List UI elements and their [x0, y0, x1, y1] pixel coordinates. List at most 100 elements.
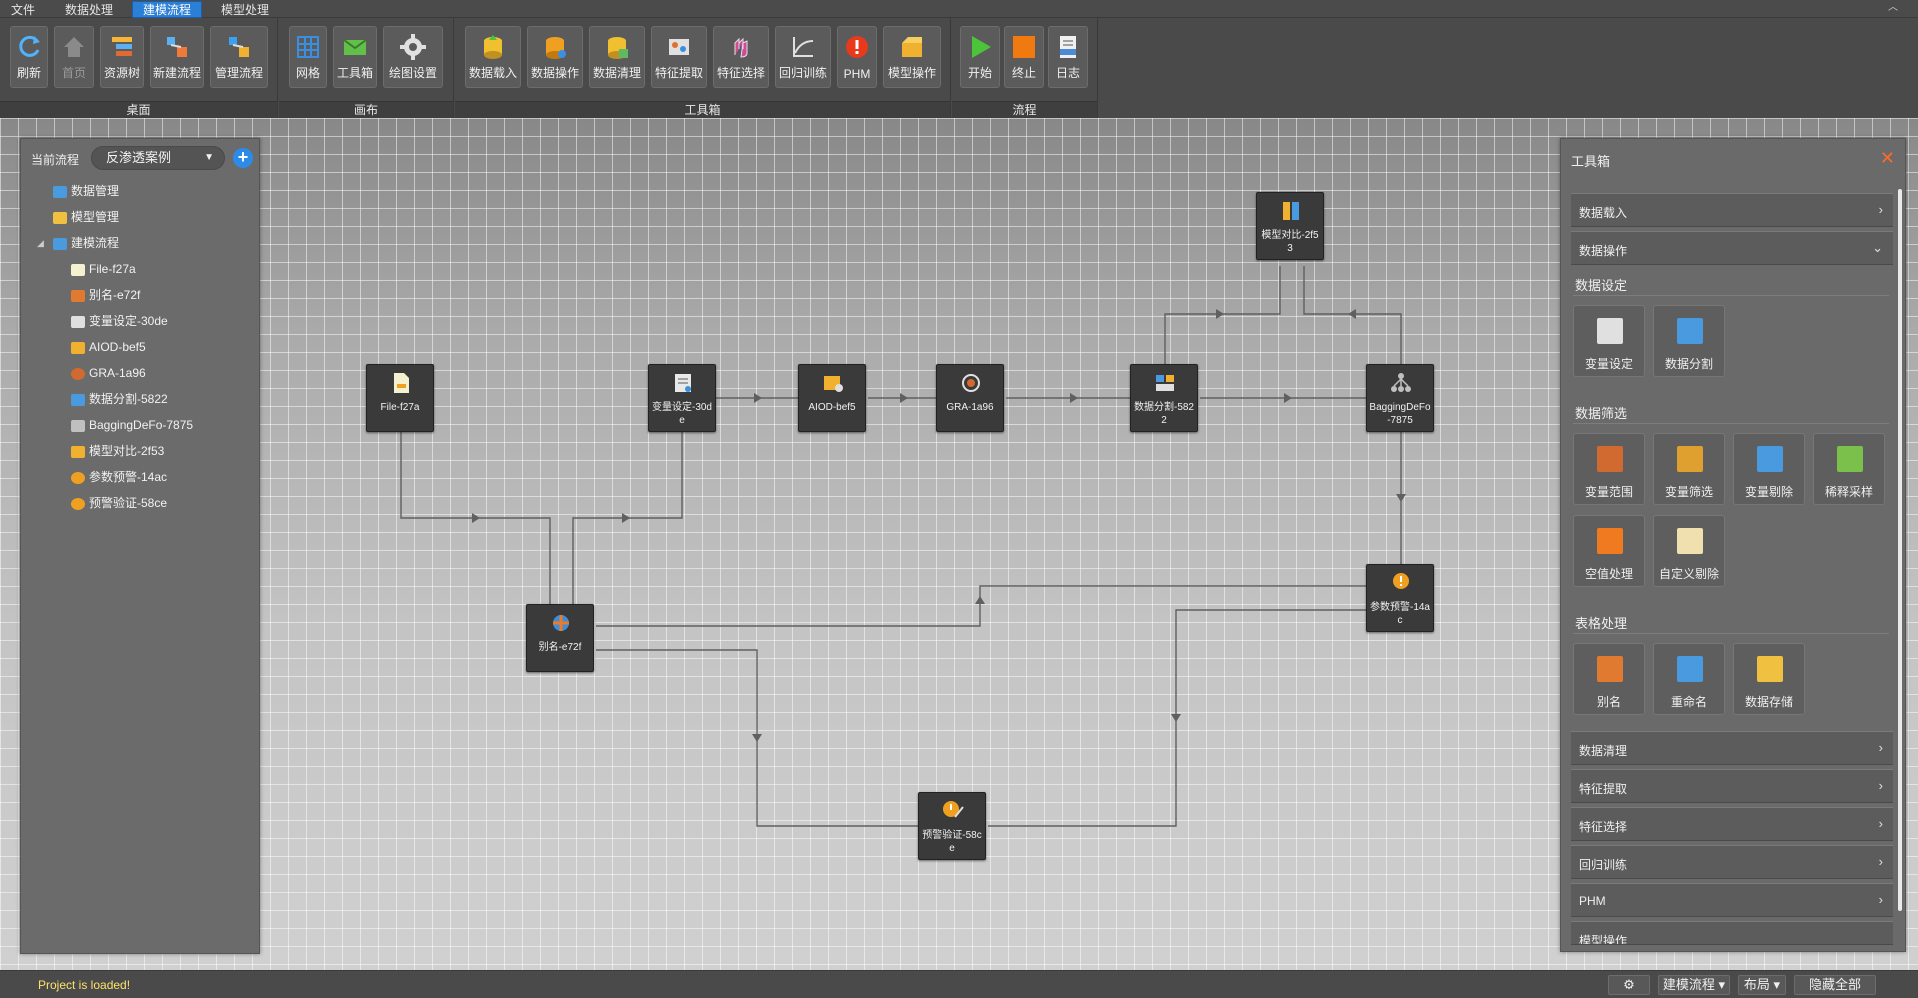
node-model-compare[interactable]: 模型对比-2f53: [1256, 192, 1324, 260]
arrow-marker: [900, 393, 908, 403]
accordion-label: 数据清理: [1579, 744, 1628, 758]
chevron-right-icon: ›: [1878, 778, 1883, 793]
tool-custom-remove[interactable]: 自定义剔除: [1653, 515, 1725, 587]
node-gra[interactable]: GRA-1a96: [936, 364, 1004, 432]
regression-button[interactable]: 回归训练: [775, 26, 831, 88]
tree-item[interactable]: 建模流程: [53, 233, 119, 253]
tree-item[interactable]: File-f27a: [71, 259, 136, 279]
feature-select-label: 特征选择: [716, 66, 765, 80]
tree-item[interactable]: 预警验证-58ce: [71, 493, 167, 513]
tool-variable-remove[interactable]: 变量剔除: [1733, 433, 1805, 505]
node-label: File-f27a: [380, 402, 420, 413]
home-icon: [64, 37, 84, 57]
tree-item[interactable]: 模型管理: [53, 207, 119, 227]
stop-button[interactable]: 终止: [1004, 26, 1044, 88]
node-variable-setting[interactable]: 变量设定-30de: [648, 364, 716, 432]
tree-item[interactable]: BaggingDeFo-7875: [71, 415, 193, 435]
accordion-feature-extract[interactable]: 特征提取 ›: [1571, 769, 1893, 803]
tool-null-process[interactable]: 空值处理: [1573, 515, 1645, 587]
tool-variable-setting[interactable]: 变量设定: [1573, 305, 1645, 377]
resource-tree-button[interactable]: 资源树: [100, 26, 144, 88]
ribbon-group-label: 工具箱: [455, 101, 950, 118]
tool-variable-filter[interactable]: 变量筛选: [1653, 433, 1725, 505]
data-clean-button[interactable]: 数据清理: [589, 26, 645, 88]
tree-item-label: BaggingDeFo-7875: [89, 418, 194, 432]
tool-alias[interactable]: 别名: [1573, 643, 1645, 715]
tree-item[interactable]: 变量设定-30de: [71, 311, 168, 331]
grid-button[interactable]: 网格: [289, 26, 327, 88]
feature-select-icon: [734, 37, 748, 58]
tree-item[interactable]: 数据管理: [53, 181, 119, 201]
tree-item-label: 变量设定-30de: [89, 314, 168, 328]
stop-icon: [1013, 36, 1035, 58]
node-data-split[interactable]: 数据分割-5822: [1130, 364, 1198, 432]
new-flow-button[interactable]: 新建流程: [150, 26, 204, 88]
menu-tab-file[interactable]: 文件: [0, 1, 46, 18]
data-op-button[interactable]: 数据操作: [527, 26, 583, 88]
menu-tab-modeling-flow[interactable]: 建模流程: [132, 1, 203, 18]
node-file[interactable]: File-f27a: [366, 364, 434, 432]
menu-tab-model-process[interactable]: 模型处理: [210, 1, 280, 18]
tree-item[interactable]: AIOD-bef5: [71, 337, 146, 357]
home-button[interactable]: 首页: [54, 26, 94, 88]
tool-rename[interactable]: 重命名: [1653, 643, 1725, 715]
tree-item-label: 数据管理: [71, 184, 120, 198]
accordion-data-operation[interactable]: 数据操作 ⌄: [1571, 231, 1893, 265]
close-icon[interactable]: ✕: [1880, 148, 1895, 169]
tree-item-label: 预警验证-58ce: [89, 496, 168, 510]
accordion-regression[interactable]: 回归训练 ›: [1571, 845, 1893, 879]
arrow-marker: [1284, 393, 1292, 403]
node-alias[interactable]: 别名-e72f: [526, 604, 594, 672]
tool-label: 空值处理: [1584, 567, 1633, 581]
node-bagging[interactable]: BaggingDeFo-7875: [1366, 364, 1434, 432]
chevron-down-icon: ⌄: [1872, 240, 1883, 255]
node-parameter-warning[interactable]: 参数预警-14ac: [1366, 564, 1434, 632]
data-load-button[interactable]: 数据载入: [465, 26, 521, 88]
menu-tab-data-process[interactable]: 数据处理: [54, 1, 124, 18]
accordion-label: PHM: [1579, 894, 1606, 908]
tool-data-split[interactable]: 数据分割: [1653, 305, 1725, 377]
hide-all-button[interactable]: 隐藏全部: [1794, 975, 1876, 995]
settings-button[interactable]: ⚙: [1608, 975, 1650, 995]
model-op-button[interactable]: 模型操作: [883, 26, 941, 88]
tool-variable-range[interactable]: 变量范围: [1573, 433, 1645, 505]
tree-item[interactable]: 参数预警-14ac: [71, 467, 167, 487]
tool-dilute-sample[interactable]: 稀释采样: [1813, 433, 1885, 505]
node-warning-verify[interactable]: 预警验证-58ce: [918, 792, 986, 860]
node-aiod[interactable]: AIOD-bef5: [798, 364, 866, 432]
tree-item[interactable]: 数据分割-5822: [71, 389, 168, 409]
home-label: 首页: [61, 66, 86, 80]
tree-expand-icon[interactable]: ◢: [37, 238, 44, 249]
tool-data-store[interactable]: 数据存储: [1733, 643, 1805, 715]
modeling-flow-menu-button[interactable]: 建模流程 ▾: [1658, 975, 1730, 995]
data-manage-icon: [53, 185, 67, 198]
manage-flow-button[interactable]: 管理流程: [210, 26, 268, 88]
feature-extract-button[interactable]: 特征提取: [651, 26, 707, 88]
flow-select[interactable]: 反渗透案例 ▼: [91, 146, 225, 170]
toolbox-button[interactable]: 工具箱: [333, 26, 377, 88]
refresh-button[interactable]: 刷新: [10, 26, 48, 88]
feature-select-button[interactable]: 特征选择: [713, 26, 769, 88]
chevron-up-icon[interactable]: ︿: [1886, 1, 1900, 15]
alias-icon: [1597, 656, 1623, 682]
log-button[interactable]: 日志: [1048, 26, 1088, 88]
phm-button[interactable]: PHM: [837, 26, 877, 88]
node-label: 参数预警-14ac: [1369, 602, 1430, 626]
accordion-phm[interactable]: PHM ›: [1571, 883, 1893, 917]
start-button[interactable]: 开始: [960, 26, 1000, 88]
plus-icon[interactable]: +: [233, 148, 253, 168]
tree-item[interactable]: 别名-e72f: [71, 285, 140, 305]
accordion-data-load[interactable]: 数据载入 ›: [1571, 193, 1893, 227]
accordion-data-clean[interactable]: 数据清理 ›: [1571, 731, 1893, 765]
file-icon: [394, 373, 409, 393]
tree-item[interactable]: 模型对比-2f53: [71, 441, 164, 461]
tree-item[interactable]: GRA-1a96: [71, 363, 146, 383]
layout-menu-button[interactable]: 布局 ▾: [1738, 975, 1786, 995]
toolbox-scrollbar[interactable]: [1898, 189, 1902, 911]
model-manage-icon: [53, 211, 67, 224]
tool-label: 变量设定: [1584, 357, 1633, 371]
accordion-feature-select[interactable]: 特征选择 ›: [1571, 807, 1893, 841]
draw-settings-button[interactable]: 绘图设置: [383, 26, 443, 88]
aiod-icon: [71, 341, 85, 354]
accordion-model-operation[interactable]: 模型操作: [1571, 921, 1893, 945]
